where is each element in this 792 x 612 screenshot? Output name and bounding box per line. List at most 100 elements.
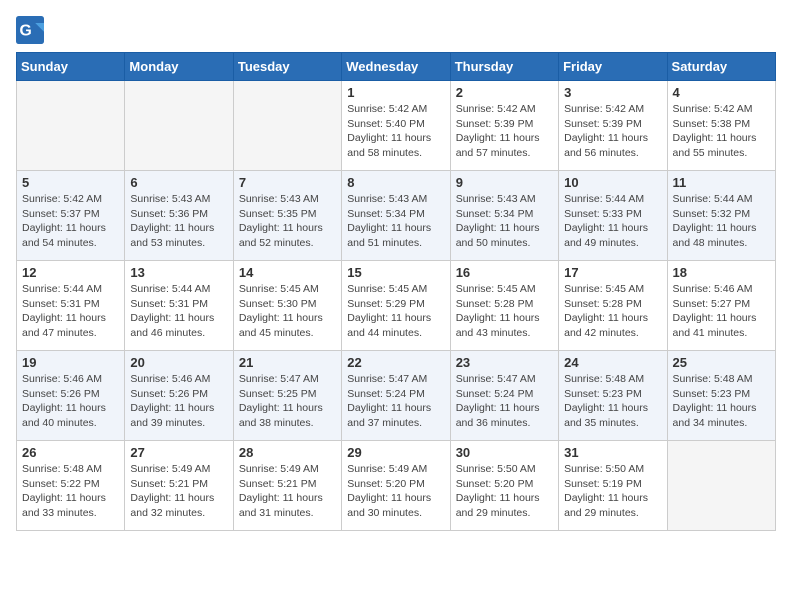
day-info: Sunrise: 5:49 AMSunset: 5:21 PMDaylight:… <box>130 462 227 521</box>
calendar-cell: 30 Sunrise: 5:50 AMSunset: 5:20 PMDayligh… <box>450 441 558 531</box>
calendar-cell: 20 Sunrise: 5:46 AMSunset: 5:26 PMDayligh… <box>125 351 233 441</box>
day-info: Sunrise: 5:46 AMSunset: 5:26 PMDaylight:… <box>130 372 227 431</box>
day-info: Sunrise: 5:50 AMSunset: 5:20 PMDaylight:… <box>456 462 553 521</box>
calendar-cell <box>125 81 233 171</box>
day-number: 31 <box>564 445 661 460</box>
calendar-cell: 3Sunrise: 5:42 AMSunset: 5:39 PMDaylight… <box>559 81 667 171</box>
day-info: Sunrise: 5:47 AMSunset: 5:24 PMDaylight:… <box>456 372 553 431</box>
day-number: 13 <box>130 265 227 280</box>
day-info: Sunrise: 5:43 AMSunset: 5:36 PMDaylight:… <box>130 192 227 251</box>
calendar-cell: 24 Sunrise: 5:48 AMSunset: 5:23 PMDayligh… <box>559 351 667 441</box>
day-info: Sunrise: 5:42 AMSunset: 5:38 PMDaylight:… <box>673 102 770 161</box>
calendar-week-2: 5 Sunrise: 5:42 AMSunset: 5:37 PMDaylight… <box>17 171 776 261</box>
calendar-week-5: 26 Sunrise: 5:48 AMSunset: 5:22 PMDayligh… <box>17 441 776 531</box>
calendar-cell: 23 Sunrise: 5:47 AMSunset: 5:24 PMDayligh… <box>450 351 558 441</box>
day-number: 5 <box>22 175 119 190</box>
day-info: Sunrise: 5:43 AMSunset: 5:35 PMDaylight:… <box>239 192 336 251</box>
day-info: Sunrise: 5:43 AMSunset: 5:34 PMDaylight:… <box>347 192 444 251</box>
calendar-cell: 12 Sunrise: 5:44 AMSunset: 5:31 PMDayligh… <box>17 261 125 351</box>
day-info: Sunrise: 5:49 AMSunset: 5:21 PMDaylight:… <box>239 462 336 521</box>
day-number: 26 <box>22 445 119 460</box>
logo: G <box>16 16 48 44</box>
day-info: Sunrise: 5:46 AMSunset: 5:26 PMDaylight:… <box>22 372 119 431</box>
calendar-cell: 9 Sunrise: 5:43 AMSunset: 5:34 PMDaylight… <box>450 171 558 261</box>
calendar-cell: 14 Sunrise: 5:45 AMSunset: 5:30 PMDayligh… <box>233 261 341 351</box>
page-header: G <box>16 16 776 44</box>
day-number: 11 <box>673 175 770 190</box>
day-number: 8 <box>347 175 444 190</box>
day-info: Sunrise: 5:46 AMSunset: 5:27 PMDaylight:… <box>673 282 770 341</box>
calendar-cell: 27Sunrise: 5:49 AMSunset: 5:21 PMDayligh… <box>125 441 233 531</box>
day-number: 14 <box>239 265 336 280</box>
calendar-cell <box>667 441 775 531</box>
day-info: Sunrise: 5:42 AMSunset: 5:39 PMDaylight:… <box>456 102 553 161</box>
calendar-cell: 21Sunrise: 5:47 AMSunset: 5:25 PMDayligh… <box>233 351 341 441</box>
header-tuesday: Tuesday <box>233 53 341 81</box>
calendar-week-4: 19 Sunrise: 5:46 AMSunset: 5:26 PMDayligh… <box>17 351 776 441</box>
day-number: 15 <box>347 265 444 280</box>
day-info: Sunrise: 5:43 AMSunset: 5:34 PMDaylight:… <box>456 192 553 251</box>
calendar-cell: 22 Sunrise: 5:47 AMSunset: 5:24 PMDayligh… <box>342 351 450 441</box>
header-sunday: Sunday <box>17 53 125 81</box>
day-number: 19 <box>22 355 119 370</box>
day-info: Sunrise: 5:44 AMSunset: 5:33 PMDaylight:… <box>564 192 661 251</box>
day-number: 30 <box>456 445 553 460</box>
logo-icon: G <box>16 16 44 44</box>
day-number: 20 <box>130 355 227 370</box>
calendar-cell: 18 Sunrise: 5:46 AMSunset: 5:27 PMDayligh… <box>667 261 775 351</box>
day-number: 12 <box>22 265 119 280</box>
calendar-week-1: 1Sunrise: 5:42 AMSunset: 5:40 PMDaylight… <box>17 81 776 171</box>
svg-text:G: G <box>20 22 32 39</box>
calendar-cell: 31Sunrise: 5:50 AMSunset: 5:19 PMDayligh… <box>559 441 667 531</box>
calendar-cell <box>17 81 125 171</box>
day-info: Sunrise: 5:47 AMSunset: 5:24 PMDaylight:… <box>347 372 444 431</box>
day-number: 1 <box>347 85 444 100</box>
calendar-cell: 15 Sunrise: 5:45 AMSunset: 5:29 PMDayligh… <box>342 261 450 351</box>
calendar-cell: 17 Sunrise: 5:45 AMSunset: 5:28 PMDayligh… <box>559 261 667 351</box>
day-number: 18 <box>673 265 770 280</box>
day-info: Sunrise: 5:45 AMSunset: 5:28 PMDaylight:… <box>564 282 661 341</box>
day-info: Sunrise: 5:44 AMSunset: 5:31 PMDaylight:… <box>22 282 119 341</box>
day-info: Sunrise: 5:49 AMSunset: 5:20 PMDaylight:… <box>347 462 444 521</box>
day-number: 2 <box>456 85 553 100</box>
calendar-cell: 26 Sunrise: 5:48 AMSunset: 5:22 PMDayligh… <box>17 441 125 531</box>
calendar-cell: 19 Sunrise: 5:46 AMSunset: 5:26 PMDayligh… <box>17 351 125 441</box>
day-number: 6 <box>130 175 227 190</box>
day-info: Sunrise: 5:48 AMSunset: 5:23 PMDaylight:… <box>564 372 661 431</box>
day-number: 28 <box>239 445 336 460</box>
header-thursday: Thursday <box>450 53 558 81</box>
calendar-table: SundayMondayTuesdayWednesdayThursdayFrid… <box>16 52 776 531</box>
calendar-cell: 5 Sunrise: 5:42 AMSunset: 5:37 PMDaylight… <box>17 171 125 261</box>
calendar-cell: 4 Sunrise: 5:42 AMSunset: 5:38 PMDaylight… <box>667 81 775 171</box>
calendar-cell: 29 Sunrise: 5:49 AMSunset: 5:20 PMDayligh… <box>342 441 450 531</box>
day-number: 23 <box>456 355 553 370</box>
day-number: 17 <box>564 265 661 280</box>
calendar-cell: 10Sunrise: 5:44 AMSunset: 5:33 PMDayligh… <box>559 171 667 261</box>
header-friday: Friday <box>559 53 667 81</box>
day-info: Sunrise: 5:44 AMSunset: 5:31 PMDaylight:… <box>130 282 227 341</box>
calendar-cell: 13 Sunrise: 5:44 AMSunset: 5:31 PMDayligh… <box>125 261 233 351</box>
day-number: 9 <box>456 175 553 190</box>
day-info: Sunrise: 5:47 AMSunset: 5:25 PMDaylight:… <box>239 372 336 431</box>
day-info: Sunrise: 5:42 AMSunset: 5:37 PMDaylight:… <box>22 192 119 251</box>
calendar-cell: 7 Sunrise: 5:43 AMSunset: 5:35 PMDaylight… <box>233 171 341 261</box>
day-number: 24 <box>564 355 661 370</box>
header-saturday: Saturday <box>667 53 775 81</box>
day-info: Sunrise: 5:45 AMSunset: 5:29 PMDaylight:… <box>347 282 444 341</box>
calendar-cell: 28 Sunrise: 5:49 AMSunset: 5:21 PMDayligh… <box>233 441 341 531</box>
calendar-cell: 11Sunrise: 5:44 AMSunset: 5:32 PMDayligh… <box>667 171 775 261</box>
day-number: 22 <box>347 355 444 370</box>
day-info: Sunrise: 5:48 AMSunset: 5:23 PMDaylight:… <box>673 372 770 431</box>
header-monday: Monday <box>125 53 233 81</box>
day-number: 25 <box>673 355 770 370</box>
header-wednesday: Wednesday <box>342 53 450 81</box>
calendar-cell: 6 Sunrise: 5:43 AMSunset: 5:36 PMDaylight… <box>125 171 233 261</box>
day-number: 29 <box>347 445 444 460</box>
day-info: Sunrise: 5:45 AMSunset: 5:28 PMDaylight:… <box>456 282 553 341</box>
day-info: Sunrise: 5:48 AMSunset: 5:22 PMDaylight:… <box>22 462 119 521</box>
day-number: 7 <box>239 175 336 190</box>
calendar-week-3: 12 Sunrise: 5:44 AMSunset: 5:31 PMDayligh… <box>17 261 776 351</box>
day-number: 4 <box>673 85 770 100</box>
calendar-cell: 8 Sunrise: 5:43 AMSunset: 5:34 PMDaylight… <box>342 171 450 261</box>
day-info: Sunrise: 5:45 AMSunset: 5:30 PMDaylight:… <box>239 282 336 341</box>
